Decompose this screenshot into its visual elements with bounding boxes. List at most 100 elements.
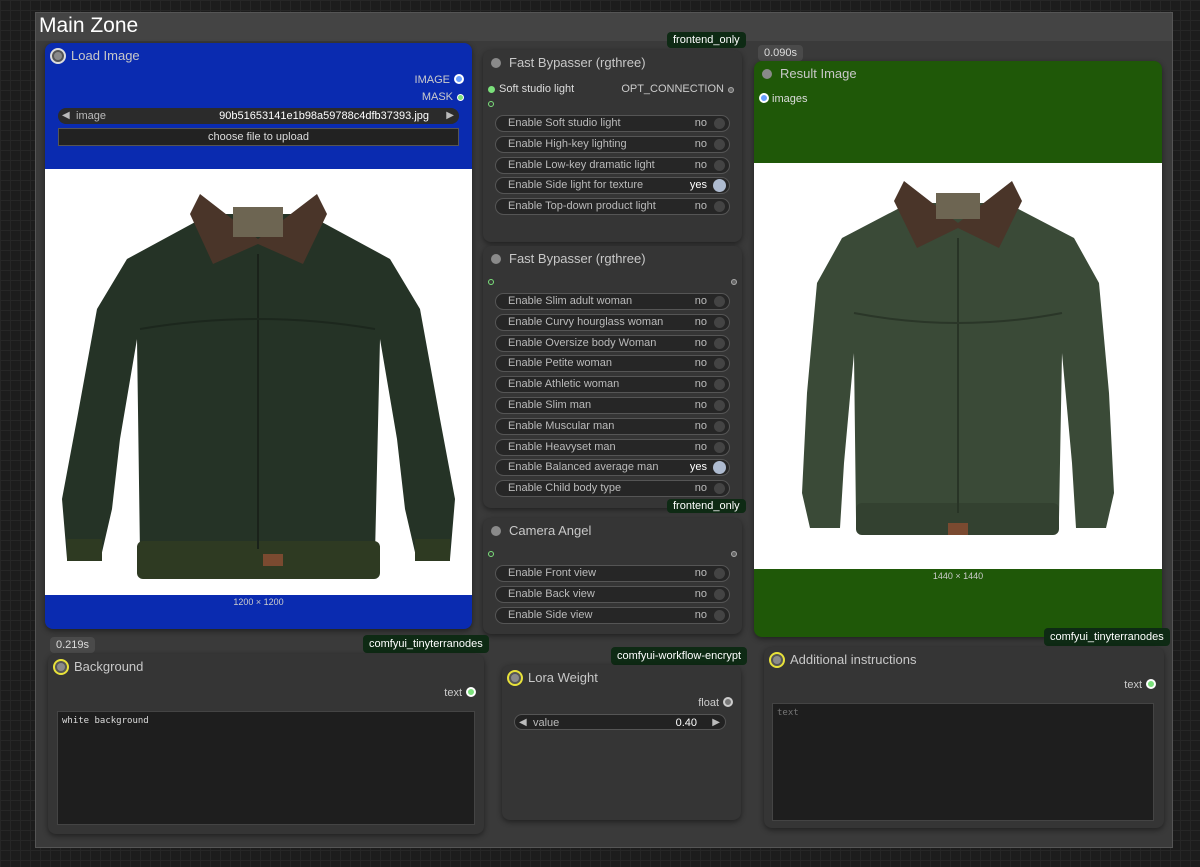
toggle-knob-icon[interactable] <box>714 588 725 600</box>
socket-icon[interactable] <box>728 87 734 93</box>
toggle-knob-icon[interactable] <box>714 358 725 370</box>
toggle-value: no <box>694 336 707 349</box>
toggle-value: no <box>694 378 707 391</box>
background-text-input[interactable]: white background <box>57 711 475 825</box>
lora-weight-node[interactable]: Lora Weight float ◀ value 0.40 ▶ <box>502 665 741 820</box>
node-title-bar[interactable]: Load Image <box>45 43 472 69</box>
output-text[interactable]: text <box>444 687 476 699</box>
background-node[interactable]: Background text white background <box>48 654 484 834</box>
toggle-row[interactable]: Enable Top-down product light no <box>495 198 730 216</box>
toggle-knob-icon[interactable] <box>714 118 725 129</box>
toggle-knob-icon[interactable] <box>714 296 725 307</box>
toggle-label: Enable Oversize body Woman <box>508 336 657 349</box>
collapse-dot-icon[interactable] <box>507 670 523 686</box>
toggle-label: Enable Side light for texture <box>508 179 644 192</box>
input-slot[interactable]: images <box>759 93 807 105</box>
toggle-knob-icon[interactable] <box>714 568 725 579</box>
toggle-row[interactable]: Enable Slim man no <box>495 397 730 414</box>
fast-bypasser-lighting-node[interactable]: Fast Bypasser (rgthree) Soft studio ligh… <box>483 50 742 242</box>
toggle-knob-icon[interactable] <box>714 441 725 453</box>
output-float[interactable]: float <box>698 697 733 709</box>
toggle-row[interactable]: Enable High-key lighting no <box>495 135 730 153</box>
socket-icon[interactable] <box>1146 679 1156 689</box>
collapse-dot-icon[interactable] <box>53 659 69 675</box>
increment-icon[interactable]: ▶ <box>712 715 720 731</box>
toggle-value: no <box>694 200 707 213</box>
input-socket-icon[interactable] <box>488 279 494 285</box>
toggle-knob-icon[interactable] <box>714 483 725 495</box>
value-number-widget[interactable]: ◀ value 0.40 ▶ <box>514 714 726 730</box>
toggle-row[interactable]: Enable Child body type no <box>495 480 730 498</box>
toggle-knob-icon[interactable] <box>714 337 725 349</box>
toggle-label: Enable Back view <box>508 587 595 600</box>
group-title-bar[interactable]: Main Zone <box>36 13 1172 41</box>
toggle-row[interactable]: Enable Side light for texture yes <box>495 177 730 195</box>
collapse-dot-icon[interactable] <box>491 58 501 68</box>
toggle-row[interactable]: Enable Balanced average man yes <box>495 459 730 477</box>
collapse-dot-icon[interactable] <box>769 652 785 668</box>
socket-icon[interactable] <box>723 697 733 707</box>
toggle-knob-icon[interactable] <box>714 316 725 328</box>
load-image-node[interactable]: Load Image IMAGE MASK ◀ image 90b5165314… <box>45 43 472 629</box>
socket-icon[interactable] <box>454 74 464 84</box>
toggle-knob-icon[interactable] <box>714 379 725 391</box>
socket-icon[interactable] <box>457 94 464 101</box>
upload-button[interactable]: choose file to upload <box>58 128 459 146</box>
toggle-row[interactable]: Enable Curvy hourglass woman no <box>495 313 730 331</box>
toggle-row[interactable]: Enable Oversize body Woman no <box>495 334 730 352</box>
node-title-bar[interactable]: Background <box>48 654 484 680</box>
node-title-bar[interactable]: Camera Angel <box>483 518 742 544</box>
output-mask[interactable]: MASK <box>422 91 464 103</box>
execution-time-badge: 0.090s <box>758 45 804 61</box>
additional-text-input[interactable] <box>772 703 1154 821</box>
arrow-right-icon[interactable]: ▶ <box>446 108 454 124</box>
toggle-knob-icon[interactable] <box>714 420 725 432</box>
toggle-row[interactable]: Enable Soft studio light no <box>495 115 730 132</box>
toggle-row[interactable]: Enable Low-key dramatic light no <box>495 156 730 174</box>
output-socket-icon[interactable] <box>731 551 737 557</box>
toggle-row[interactable]: Enable Slim adult woman no <box>495 293 730 310</box>
camera-angel-node[interactable]: Camera Angel Enable Front view no Enable B… <box>483 518 742 634</box>
output-socket-icon[interactable] <box>731 279 737 285</box>
node-title-bar[interactable]: Result Image <box>754 61 1162 87</box>
collapse-dot-icon[interactable] <box>50 48 66 64</box>
decrement-icon[interactable]: ◀ <box>519 715 527 731</box>
toggle-row[interactable]: Enable Side view no <box>495 606 730 624</box>
arrow-left-icon[interactable]: ◀ <box>62 108 70 124</box>
toggle-knob-icon[interactable] <box>714 138 725 150</box>
output-text[interactable]: text <box>1124 679 1156 691</box>
toggle-row[interactable]: Enable Petite woman no <box>495 355 730 373</box>
toggle-row[interactable]: Enable Front view no <box>495 565 730 582</box>
toggle-knob-icon[interactable] <box>714 159 725 171</box>
toggle-knob-icon[interactable] <box>714 609 725 621</box>
toggle-row[interactable]: Enable Athletic woman no <box>495 376 730 394</box>
node-title-bar[interactable]: Fast Bypasser (rgthree) <box>483 50 742 76</box>
collapse-dot-icon[interactable] <box>762 69 772 79</box>
input-socket-icon[interactable] <box>488 551 494 557</box>
toggle-row[interactable]: Enable Heavyset man no <box>495 438 730 456</box>
toggle-knob-icon[interactable] <box>714 400 725 411</box>
output-slot[interactable]: OPT_CONNECTION <box>621 83 734 95</box>
toggle-knob-icon[interactable] <box>713 461 726 475</box>
toggle-knob-icon[interactable] <box>713 179 726 193</box>
node-title-bar[interactable]: Fast Bypasser (rgthree) <box>483 246 742 272</box>
collapse-dot-icon[interactable] <box>491 526 501 536</box>
extra-input-socket-icon[interactable] <box>488 101 494 107</box>
result-image-node[interactable]: Result Image images 1440 × 1440 <box>754 61 1162 637</box>
toggle-row[interactable]: Enable Back view no <box>495 585 730 603</box>
output-image[interactable]: IMAGE <box>415 74 464 86</box>
input-slot[interactable]: Soft studio light <box>488 83 574 95</box>
image-combo[interactable]: ◀ image 90b51653141e1b98a59788c4dfb37393… <box>58 108 459 124</box>
toggle-knob-icon[interactable] <box>714 201 725 213</box>
collapse-dot-icon[interactable] <box>491 254 501 264</box>
socket-icon[interactable] <box>488 86 495 93</box>
socket-icon[interactable] <box>466 687 476 697</box>
additional-instructions-node[interactable]: Additional instructions text <box>764 647 1164 828</box>
node-title-bar[interactable]: Lora Weight <box>502 665 741 691</box>
toggle-label: Enable Athletic woman <box>508 378 620 391</box>
socket-icon[interactable] <box>759 93 769 103</box>
node-title-bar[interactable]: Additional instructions <box>764 647 1164 673</box>
toggle-value: no <box>694 357 707 370</box>
fast-bypasser-body-node[interactable]: Fast Bypasser (rgthree) Enable Slim adul… <box>483 246 742 508</box>
toggle-row[interactable]: Enable Muscular man no <box>495 417 730 435</box>
